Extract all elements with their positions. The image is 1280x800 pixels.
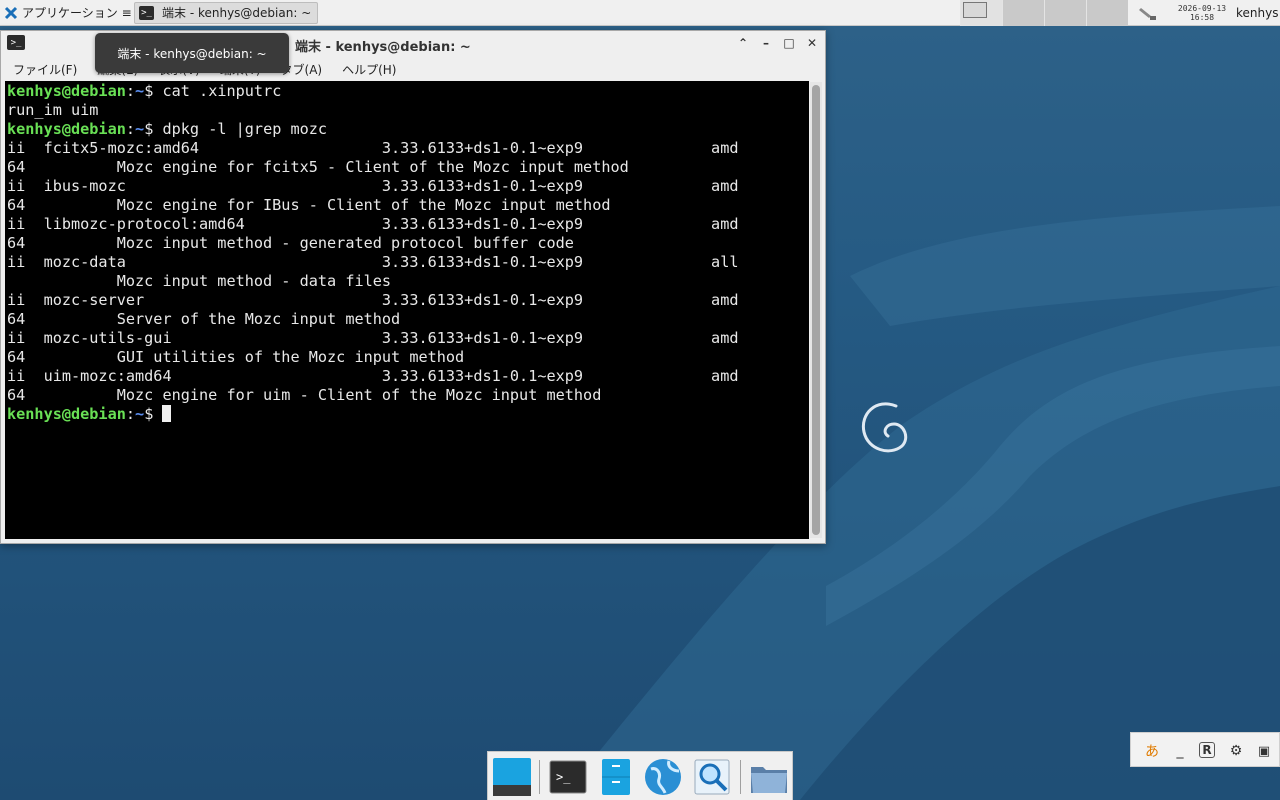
input-method-tray: あ _ R ⚙ ▣ xyxy=(1130,732,1280,767)
shade-button[interactable]: ⌃ xyxy=(734,35,752,51)
prompt-separator: : xyxy=(125,405,136,423)
taskbar-terminal-label: 端末 - kenhys@debian: ~ xyxy=(162,6,312,20)
terminal-line: ii uim-mozc:amd64 3.33.6133+ds1-0.1~exp9… xyxy=(7,367,739,385)
prompt-path: ~ xyxy=(135,120,145,138)
minimize-button[interactable]: – xyxy=(757,35,775,51)
clock-date: 2026-09-13 xyxy=(1177,4,1227,13)
workspace-window-thumb xyxy=(963,2,987,18)
window-icon[interactable]: ▣ xyxy=(1255,742,1273,760)
workspace-1[interactable] xyxy=(960,0,1002,26)
terminal-line: 64 Mozc engine for uim - Client of the M… xyxy=(7,386,602,404)
app-finder-icon[interactable] xyxy=(692,757,732,797)
prompt-path: ~ xyxy=(135,82,145,100)
window-title: 端末 - kenhys@debian: ~ xyxy=(295,40,471,55)
terminal-line: kenhys@debian:~$ cat .xinputrc xyxy=(7,82,809,101)
menu-help[interactable]: ヘルプ(H) xyxy=(330,61,404,78)
dock-separator xyxy=(539,760,540,794)
mozc-icon[interactable]: あ xyxy=(1143,742,1161,760)
text-cursor xyxy=(162,405,172,422)
applications-menu-button[interactable]: アプリケーション ≡ xyxy=(0,0,132,26)
dock-separator xyxy=(740,760,741,794)
folder-icon[interactable] xyxy=(749,757,789,797)
terminal-output[interactable]: kenhys@debian:~$ cat .xinputrc run_im ui… xyxy=(5,81,809,539)
system-tray: 2026-09-13 16:58 kenhys xyxy=(1136,0,1278,26)
underscore-icon[interactable]: _ xyxy=(1171,742,1189,760)
svg-text:>_: >_ xyxy=(556,770,571,784)
taskbar-terminal-button[interactable]: >_ 端末 - kenhys@debian: ~ xyxy=(134,1,319,24)
terminal-icon[interactable]: >_ xyxy=(548,757,588,797)
terminal-line: 64 Server of the Mozc input method xyxy=(7,310,401,328)
terminal-icon: >_ xyxy=(139,5,154,20)
prompt-dollar: $ xyxy=(144,82,163,100)
terminal-line: run_im uim xyxy=(7,101,99,119)
prompt-user: kenhys@debian xyxy=(7,82,126,100)
terminal-line: kenhys@debian:~$ xyxy=(7,405,809,424)
terminal-line: 64 GUI utilities of the Mozc input metho… xyxy=(7,348,465,366)
terminal-window: >_ 端末 - kenhys@debian: ~ ⌃ – □ ✕ ファイル(F)… xyxy=(0,30,826,544)
workspace-switcher xyxy=(960,0,1128,26)
terminal-line: ii ibus-mozc 3.33.6133+ds1-0.1~exp9 amd xyxy=(7,177,739,195)
terminal-line: ii fcitx5-mozc:amd64 3.33.6133+ds1-0.1~e… xyxy=(7,139,739,157)
clock-time: 16:58 xyxy=(1189,13,1215,22)
applications-menu-label: アプリケーション ≡ xyxy=(22,6,132,20)
terminal-icon[interactable]: >_ xyxy=(7,35,25,50)
prompt-user: kenhys@debian xyxy=(7,405,126,423)
prompt-user: kenhys@debian xyxy=(7,120,126,138)
scrollbar-thumb[interactable] xyxy=(812,85,820,535)
gear-icon[interactable]: ⚙ xyxy=(1227,742,1245,760)
maximize-button[interactable]: □ xyxy=(780,35,798,51)
r-icon[interactable]: R xyxy=(1199,742,1215,758)
top-panel: アプリケーション ≡ >_ 端末 - kenhys@debian: ~ 2026… xyxy=(0,0,1280,26)
terminal-line: 64 Mozc engine for fcitx5 - Client of th… xyxy=(7,158,629,176)
workspace-4[interactable] xyxy=(1086,0,1128,26)
terminal-line: ii mozc-utils-gui 3.33.6133+ds1-0.1~exp9… xyxy=(7,329,739,347)
prompt-separator: : xyxy=(125,120,136,138)
file-manager-icon[interactable] xyxy=(596,757,636,797)
workspace-3[interactable] xyxy=(1044,0,1086,26)
terminal-line: ii mozc-data 3.33.6133+ds1-0.1~exp9 all xyxy=(7,253,739,271)
prompt-path: ~ xyxy=(135,405,145,423)
network-icon[interactable] xyxy=(1138,4,1158,22)
prompt-dollar: $ xyxy=(144,405,163,423)
taskbar-tooltip: 端末 - kenhys@debian: ~ xyxy=(95,33,289,73)
terminal-line: ii libmozc-protocol:amd64 3.33.6133+ds1-… xyxy=(7,215,739,233)
menu-file[interactable]: ファイル(F) xyxy=(1,61,85,78)
command-text: cat .xinputrc xyxy=(162,82,282,100)
close-button[interactable]: ✕ xyxy=(803,35,821,51)
show-desktop-icon[interactable] xyxy=(492,757,532,797)
terminal-line: 64 Mozc engine for IBus - Client of the … xyxy=(7,196,611,214)
terminal-line: 64 Mozc input method - generated protoco… xyxy=(7,234,574,252)
terminal-scrollbar[interactable] xyxy=(810,82,822,538)
bottom-dock: >_ xyxy=(487,751,793,800)
web-browser-icon[interactable] xyxy=(643,757,683,797)
clock[interactable]: 2026-09-13 16:58 xyxy=(1172,4,1232,22)
user-menu[interactable]: kenhys xyxy=(1236,6,1278,20)
terminal-line: kenhys@debian:~$ dpkg -l |grep mozc xyxy=(7,120,809,139)
command-text: dpkg -l |grep mozc xyxy=(162,120,328,138)
terminal-line: ii mozc-server 3.33.6133+ds1-0.1~exp9 am… xyxy=(7,291,739,309)
prompt-dollar: $ xyxy=(144,120,163,138)
xfce-logo-icon xyxy=(4,6,18,19)
terminal-line: Mozc input method - data files xyxy=(7,272,392,290)
prompt-separator: : xyxy=(125,82,136,100)
workspace-2[interactable] xyxy=(1002,0,1044,26)
